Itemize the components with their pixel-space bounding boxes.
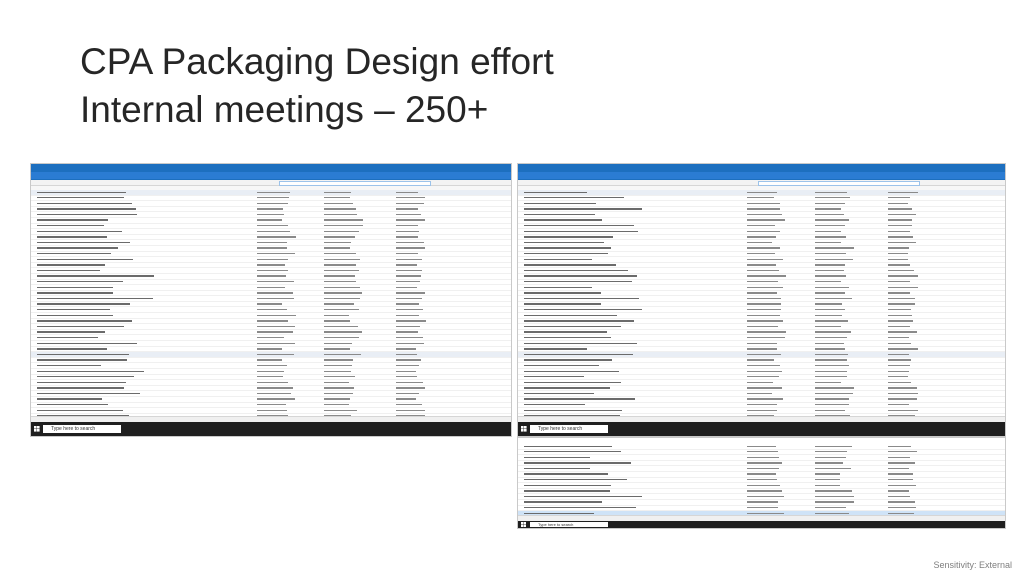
meeting-list [518,190,1005,436]
ribbon-tabs [518,172,1005,180]
taskbar-search-box: Type here to search [43,425,121,433]
slide-title-line-2: Internal meetings – 250+ [80,89,489,130]
slide-title-line-1: CPA Packaging Design effort [80,41,554,82]
search-input [758,181,920,186]
search-bar [518,180,1005,186]
windows-logo-icon [34,426,40,432]
windows-taskbar: Type here to search [518,422,1005,436]
sensitivity-label: Sensitivity: External [933,560,1012,570]
slide-title: CPA Packaging Design effort Internal mee… [80,38,554,134]
taskbar-search-box: Type here to search [530,425,608,433]
ribbon-tabs [31,172,511,180]
meeting-list [518,444,1005,517]
windows-logo-icon [521,426,527,432]
outlook-screenshot-left: Type here to search [30,163,512,437]
meeting-list [31,190,511,436]
window-title-bar [31,164,511,172]
windows-taskbar: Type here to search [31,422,511,436]
taskbar-search-box: Type here to search [530,522,608,527]
outlook-screenshot-bottom: Type here to search [517,437,1006,529]
windows-taskbar: Type here to search [518,521,1005,528]
window-title-bar [518,164,1005,172]
search-input [279,181,431,186]
search-bar [31,180,511,186]
list-item [31,436,511,437]
outlook-screenshot-right: Type here to search [517,163,1006,437]
windows-logo-icon [521,522,526,527]
